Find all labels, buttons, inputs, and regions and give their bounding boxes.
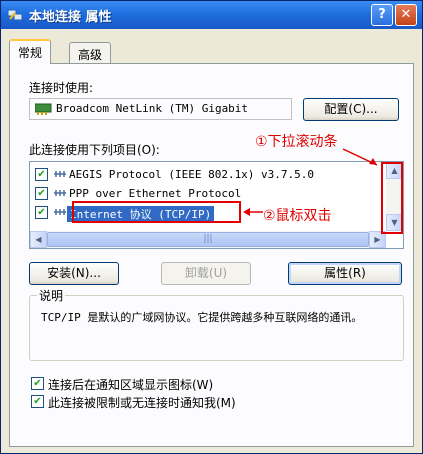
checkbox-checked[interactable]: ✔ <box>35 168 48 181</box>
properties-button[interactable]: 属性(R) <box>288 262 402 285</box>
arrow-icon <box>243 208 263 216</box>
show-icon-label: 连接后在通知区域显示图标(W) <box>48 378 214 392</box>
adapter-field: Broadcom NetLink (TM) Gigabit <box>29 98 292 120</box>
list-item-label: PPP over Ethernet Protocol <box>69 187 242 200</box>
window-title: 本地连接 属性 <box>29 10 112 25</box>
checkbox-checked[interactable]: ✔ <box>31 377 44 390</box>
items-label: 此连接使用下列项目(O): <box>29 143 160 157</box>
properties-window: 本地连接 属性 ? ✕ 常规 高级 连接时使用: Broadcom NetLin… <box>0 0 423 454</box>
checkbox-checked[interactable]: ✔ <box>35 187 48 200</box>
scroll-left-icon[interactable]: ◀ <box>30 231 47 248</box>
description-title: 说明 <box>37 287 66 304</box>
network-connection-icon <box>7 9 23 21</box>
close-button[interactable]: ✕ <box>395 4 417 26</box>
tab-general[interactable]: 常规 <box>9 39 52 64</box>
list-item-label: AEGIS Protocol (IEEE 802.1x) v3.7.5.0 <box>69 168 315 181</box>
scroll-hint-annotation: ①下拉滚动条 <box>255 134 338 150</box>
horizontal-scrollbar[interactable]: ◀ ||| ▶ <box>30 231 386 248</box>
protocol-icon <box>54 190 66 196</box>
double-click-annotation: ②鼠标双击 <box>263 208 332 224</box>
scrollbar-highlight-box <box>381 162 403 234</box>
protocol-icon <box>54 171 66 177</box>
connect-using-label: 连接时使用: <box>29 81 94 95</box>
horizontal-scroll-thumb[interactable]: ||| <box>47 232 369 247</box>
protocol-icon <box>54 209 66 215</box>
tcpip-highlight-box <box>72 201 241 223</box>
title-bar[interactable]: 本地连接 属性 ? ✕ <box>1 1 422 29</box>
install-button[interactable]: 安装(N)... <box>29 262 119 285</box>
arrow-icon <box>342 148 378 166</box>
help-button[interactable]: ? <box>371 4 393 26</box>
list-item[interactable]: ✔ AEGIS Protocol (IEEE 802.1x) v3.7.5.0 <box>33 166 383 184</box>
network-adapter-icon <box>35 103 52 115</box>
checkbox-checked[interactable]: ✔ <box>31 395 44 408</box>
notify-label: 此连接被限制或无连接时通知我(M) <box>48 396 236 410</box>
uninstall-button[interactable]: 卸载(U) <box>161 262 251 285</box>
tab-advanced[interactable]: 高级 <box>69 42 112 64</box>
description-text: TCP/IP 是默认的广域网协议。它提供跨越多种互联网络的通讯。 <box>41 311 363 324</box>
checkbox-checked[interactable]: ✔ <box>35 206 48 219</box>
adapter-name: Broadcom NetLink (TM) Gigabit <box>56 102 249 115</box>
configure-button[interactable]: 配置(C)... <box>303 98 399 121</box>
description-group <box>29 295 404 361</box>
